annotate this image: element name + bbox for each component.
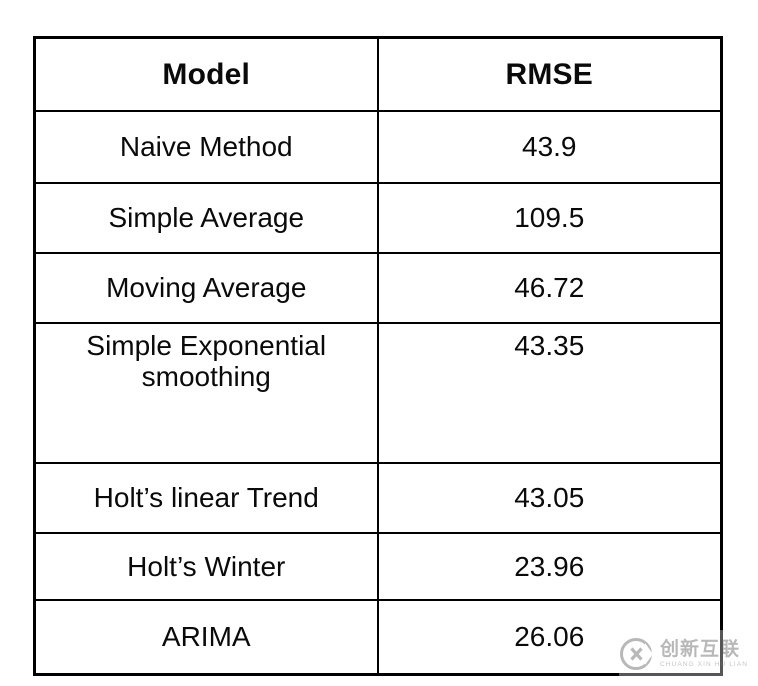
rmse-value: 46.72 — [514, 272, 585, 304]
model-name: Simple Exponential smoothing — [86, 330, 327, 393]
table-row: Naive Method 43.9 — [33, 110, 723, 184]
rmse-value: 43.35 — [514, 330, 585, 361]
table-row: Holt’s linear Trend 43.05 — [33, 462, 723, 534]
column-header-rmse: RMSE — [376, 36, 723, 112]
cell-model-holts-winter: Holt’s Winter — [33, 532, 379, 601]
table-row: Holt’s Winter 23.96 — [33, 532, 723, 601]
cell-rmse-simple-exponential-smoothing: 43.35 — [376, 322, 723, 464]
model-name: ARIMA — [161, 621, 251, 653]
table-row: Simple Average 109.5 — [33, 182, 723, 254]
cell-model-simple-average: Simple Average — [33, 182, 379, 254]
cell-rmse-holts-winter: 23.96 — [376, 532, 723, 601]
table-row: Simple Exponential smoothing 43.35 — [33, 322, 723, 464]
column-header-model-label: Model — [162, 57, 251, 91]
cell-model-simple-exponential-smoothing: Simple Exponential smoothing — [33, 322, 379, 464]
model-name: Holt’s linear Trend — [93, 482, 319, 514]
column-header-rmse-label: RMSE — [505, 57, 593, 91]
cell-rmse-arima: 26.06 — [376, 599, 723, 676]
model-name: Simple Average — [108, 202, 305, 234]
cell-rmse-moving-average: 46.72 — [376, 252, 723, 324]
table-header-row: Model RMSE — [33, 36, 723, 112]
model-rmse-table: Model RMSE Naive Method 43.9 Simple Aver… — [33, 36, 723, 676]
model-name: Holt’s Winter — [127, 550, 286, 582]
model-name: Moving Average — [106, 272, 307, 304]
table-row: Moving Average 46.72 — [33, 252, 723, 324]
cell-model-arima: ARIMA — [33, 599, 379, 676]
table-row: ARIMA 26.06 — [33, 599, 723, 676]
rmse-value: 43.05 — [514, 482, 585, 514]
cell-model-holts-linear-trend: Holt’s linear Trend — [33, 462, 379, 534]
rmse-value: 26.06 — [514, 621, 585, 653]
cell-rmse-naive-method: 43.9 — [376, 110, 723, 184]
model-name: Naive Method — [119, 131, 293, 163]
table-header: Model RMSE — [33, 36, 723, 112]
column-header-model: Model — [33, 36, 379, 112]
rmse-value: 43.9 — [522, 131, 577, 163]
cell-model-moving-average: Moving Average — [33, 252, 379, 324]
cell-rmse-holts-linear-trend: 43.05 — [376, 462, 723, 534]
rmse-comparison-table-container: Model RMSE Naive Method 43.9 Simple Aver… — [33, 36, 723, 676]
rmse-value: 23.96 — [514, 550, 585, 582]
cell-rmse-simple-average: 109.5 — [376, 182, 723, 254]
table-body: Naive Method 43.9 Simple Average 109.5 M… — [33, 110, 723, 676]
cell-model-naive-method: Naive Method — [33, 110, 379, 184]
rmse-value: 109.5 — [514, 202, 585, 234]
